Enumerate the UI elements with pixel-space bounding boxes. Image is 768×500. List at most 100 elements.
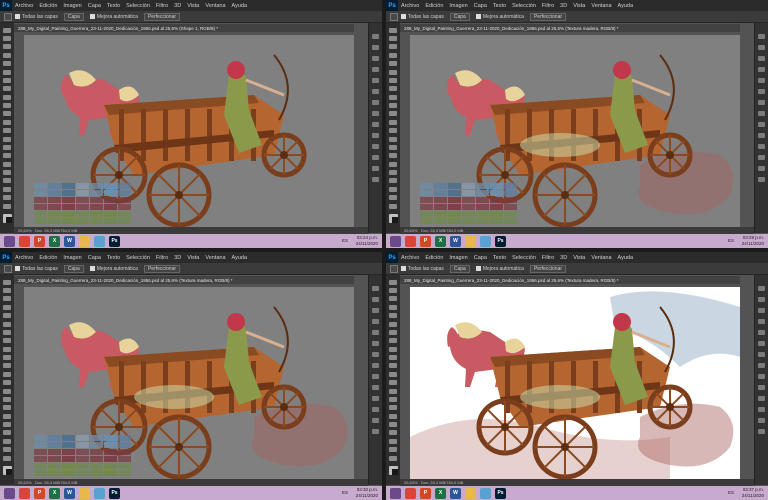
tool-icon[interactable] <box>3 170 11 176</box>
tool-icon[interactable] <box>389 144 397 150</box>
clock-date[interactable]: 24/11/2020 <box>742 241 764 247</box>
tool-icon[interactable] <box>3 77 11 83</box>
excel-icon[interactable]: X <box>49 487 60 499</box>
document-canvas[interactable] <box>24 35 354 227</box>
tool-icon[interactable] <box>389 304 397 310</box>
tool-icon[interactable] <box>389 338 397 344</box>
panel-icon[interactable] <box>372 363 379 368</box>
menu-item-texto[interactable]: Texto <box>107 255 120 261</box>
chrome-icon[interactable] <box>405 235 416 247</box>
menu-item-capa[interactable]: Capa <box>88 255 101 261</box>
menu-item-vista[interactable]: Vista <box>187 255 199 261</box>
menu-item-filtro[interactable]: Filtro <box>156 255 168 261</box>
panel-icon[interactable] <box>758 56 765 61</box>
tool-icon[interactable] <box>389 346 397 352</box>
panel-icon[interactable] <box>372 166 379 171</box>
tool-icon[interactable] <box>389 178 397 184</box>
panel-icon[interactable] <box>372 34 379 39</box>
language-indicator[interactable]: ES <box>342 490 348 496</box>
auto-enhance-checkbox[interactable] <box>475 14 481 19</box>
zoom-level[interactable]: 25,63% <box>18 480 32 485</box>
menu-item-ayuda[interactable]: Ayuda <box>232 3 248 9</box>
document-tab[interactable]: 288_My_Digital_Painting_Guerrera_23-11-2… <box>14 275 354 284</box>
photoshop-logo[interactable]: Ps <box>0 252 12 263</box>
refine-edge-button[interactable]: Perfeccionar <box>529 12 567 21</box>
file-explorer-icon[interactable] <box>465 235 476 247</box>
tool-icon[interactable] <box>3 144 11 150</box>
tool-icon[interactable] <box>3 195 11 201</box>
tool-icon[interactable] <box>3 371 11 377</box>
tool-icon[interactable] <box>389 61 397 67</box>
tool-icon[interactable] <box>389 186 397 192</box>
panel-icon[interactable] <box>372 396 379 401</box>
notes-icon[interactable] <box>94 487 105 499</box>
panel-icon[interactable] <box>758 341 765 346</box>
panel-icon[interactable] <box>758 297 765 302</box>
panel-icon[interactable] <box>372 89 379 94</box>
tool-icon[interactable] <box>3 52 11 58</box>
menu-item-3d[interactable]: 3D <box>174 255 181 261</box>
document-canvas[interactable] <box>410 287 740 479</box>
panel-icon[interactable] <box>758 363 765 368</box>
tool-icon[interactable] <box>389 447 397 453</box>
document-tab[interactable]: 288_My_Digital_Painting_Guerrera_23-11-2… <box>14 23 354 32</box>
chrome-icon[interactable] <box>405 487 416 499</box>
tool-icon[interactable] <box>389 430 397 436</box>
menu-item-filtro[interactable]: Filtro <box>542 3 554 9</box>
tool-icon[interactable] <box>3 69 11 75</box>
tool-icon[interactable] <box>3 313 11 319</box>
excel-icon[interactable]: X <box>435 235 446 247</box>
photoshop-icon[interactable]: Ps <box>495 487 506 499</box>
tool-icon[interactable] <box>3 61 11 67</box>
menu-item-seleccion[interactable]: Selección <box>126 3 150 9</box>
menu-item-texto[interactable]: Texto <box>493 255 506 261</box>
tool-icon[interactable] <box>3 136 11 142</box>
notes-icon[interactable] <box>480 235 491 247</box>
panel-icon[interactable] <box>758 308 765 313</box>
tool-icon[interactable] <box>3 346 11 352</box>
foreground-background-color-icon[interactable] <box>2 466 12 476</box>
tool-icon[interactable] <box>389 279 397 285</box>
tool-icon[interactable] <box>3 380 11 386</box>
tool-icon[interactable] <box>3 203 11 209</box>
panel-icon[interactable] <box>758 100 765 105</box>
tool-icon[interactable] <box>3 161 11 167</box>
menu-item-archivo[interactable]: Archivo <box>401 3 419 9</box>
panel-icon[interactable] <box>372 177 379 182</box>
tool-icon[interactable] <box>3 153 11 159</box>
tool-icon[interactable] <box>3 430 11 436</box>
panel-icon[interactable] <box>758 429 765 434</box>
panel-icon[interactable] <box>758 67 765 72</box>
powerpoint-icon[interactable]: P <box>420 235 431 247</box>
tool-icon[interactable] <box>3 44 11 50</box>
tool-icon[interactable] <box>3 355 11 361</box>
zoom-level[interactable]: 25,63% <box>18 228 32 233</box>
panel-icon[interactable] <box>758 177 765 182</box>
notes-icon[interactable] <box>480 487 491 499</box>
sample-all-layers-checkbox[interactable] <box>15 266 20 271</box>
sample-all-layers-checkbox[interactable] <box>401 266 406 271</box>
tool-icon[interactable] <box>389 455 397 461</box>
tool-icon[interactable] <box>389 405 397 411</box>
clock-date[interactable]: 24/11/2020 <box>356 241 378 247</box>
panel-icon[interactable] <box>758 34 765 39</box>
tool-preset-picker[interactable] <box>4 264 12 273</box>
panel-icon[interactable] <box>372 297 379 302</box>
layer-select[interactable]: Capa <box>63 12 84 21</box>
tool-icon[interactable] <box>389 388 397 394</box>
tool-icon[interactable] <box>389 161 397 167</box>
photoshop-icon[interactable]: Ps <box>109 487 120 499</box>
word-icon[interactable]: W <box>64 487 75 499</box>
menu-item-capa[interactable]: Capa <box>474 3 487 9</box>
tool-icon[interactable] <box>3 111 11 117</box>
menu-item-vista[interactable]: Vista <box>573 255 585 261</box>
panel-icon[interactable] <box>372 286 379 291</box>
chrome-icon[interactable] <box>19 235 30 247</box>
auto-enhance-checkbox[interactable] <box>89 14 95 19</box>
tool-icon[interactable] <box>3 288 11 294</box>
panel-icon[interactable] <box>758 122 765 127</box>
layer-select[interactable]: Capa <box>449 12 470 21</box>
panel-icon[interactable] <box>758 78 765 83</box>
menu-item-texto[interactable]: Texto <box>107 3 120 9</box>
clock-date[interactable]: 24/11/2020 <box>742 493 764 499</box>
